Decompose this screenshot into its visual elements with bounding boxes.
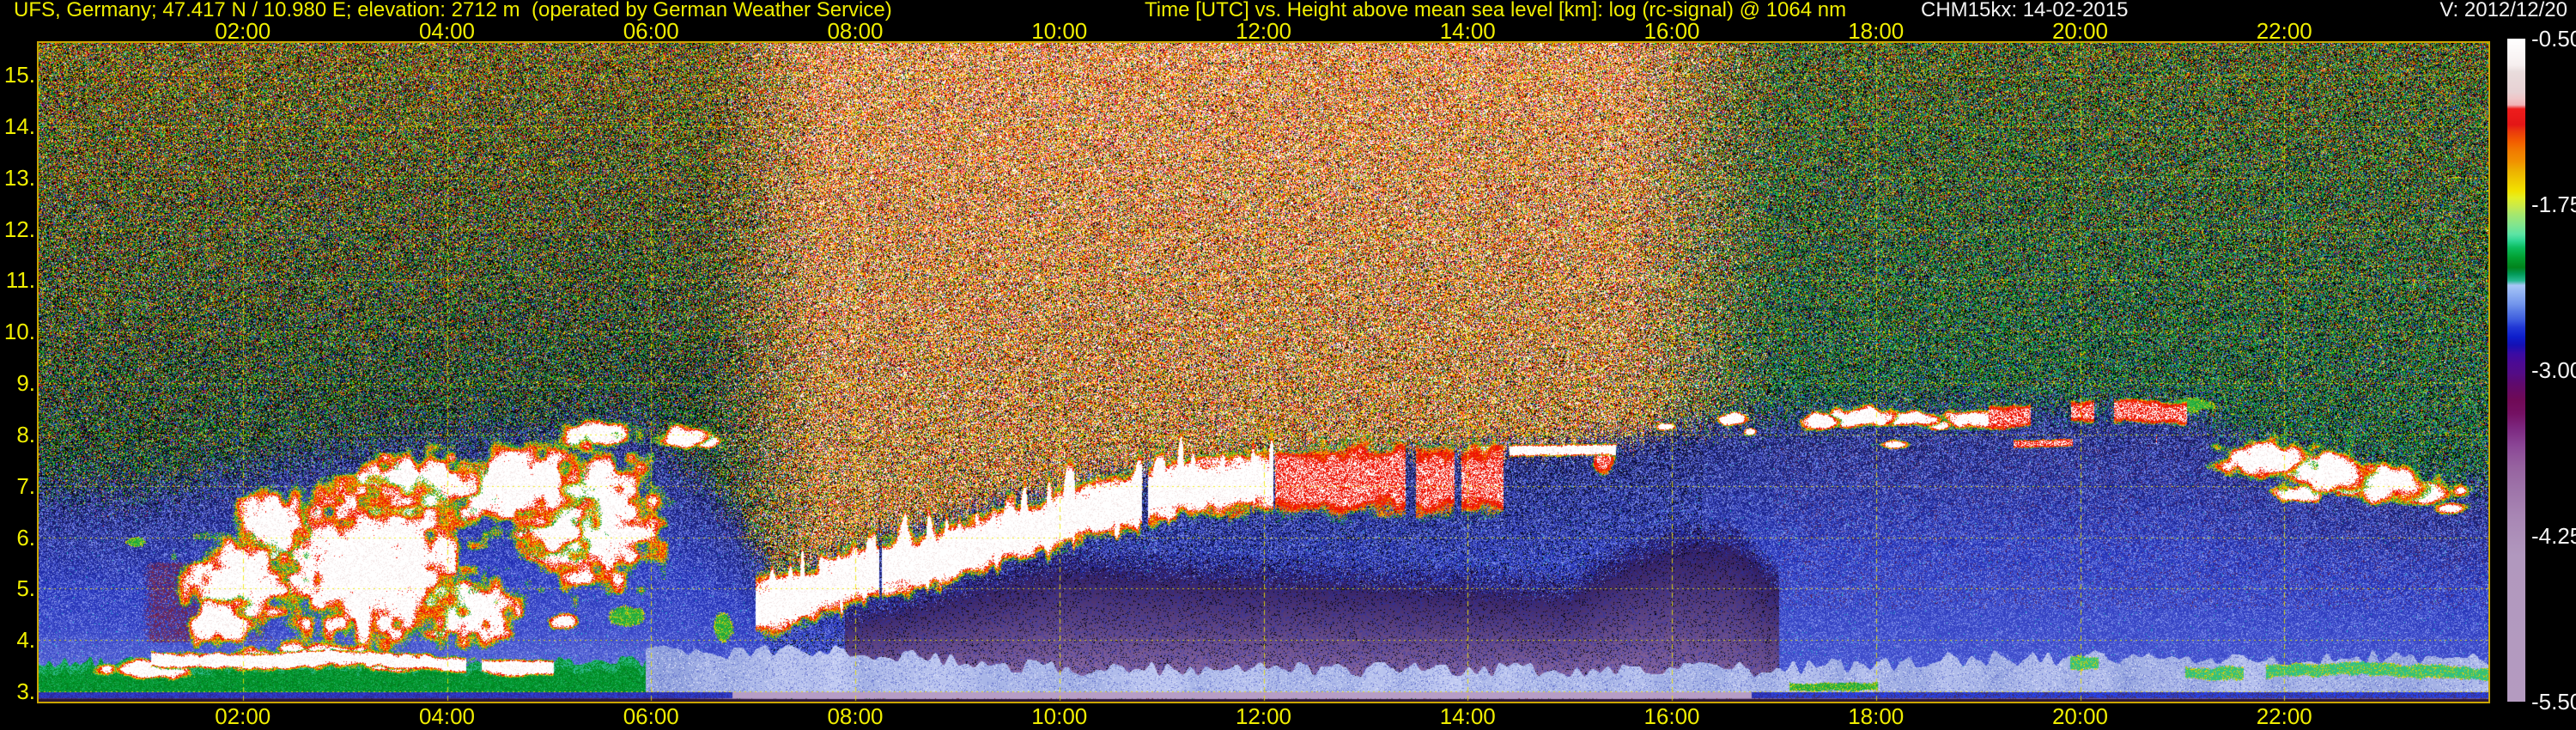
x-tick-label-top: 16:00 <box>1643 18 1700 44</box>
y-tick-label: 3. <box>16 678 35 705</box>
colorbar-tick-label: -1.75 <box>2531 192 2576 217</box>
y-tick-label: 4. <box>16 627 35 654</box>
colorbar-tick-label: -4.25 <box>2531 523 2576 549</box>
x-tick-label-bottom: 22:00 <box>2256 703 2312 729</box>
x-tick-label-bottom: 02:00 <box>215 703 271 729</box>
x-tick-label-top: 06:00 <box>623 18 679 44</box>
x-tick-label-top: 04:00 <box>418 18 476 44</box>
x-tick-label-bottom: 08:00 <box>827 703 884 729</box>
y-tick-label: 15. <box>3 62 35 88</box>
x-tick-label-top: 02:00 <box>215 18 271 44</box>
y-tick-label: 5. <box>16 575 35 602</box>
colorbar-tick-label: -0.50 <box>2531 26 2576 52</box>
y-tick-label: 8. <box>16 421 35 447</box>
y-tick-label: 6. <box>16 524 35 551</box>
ceilometer-heatmap-canvas <box>39 43 2488 702</box>
y-tick-label: 10. <box>3 319 35 345</box>
colorbar-tick-label: -3.00 <box>2531 357 2576 383</box>
y-tick-label: 14. <box>3 113 35 139</box>
x-tick-label-bottom: 06:00 <box>623 703 679 729</box>
x-tick-label-bottom: 16:00 <box>1643 703 1700 729</box>
colorbar-gradient <box>2507 39 2525 702</box>
x-tick-label-top: 12:00 <box>1235 18 1292 44</box>
x-tick-label-bottom: 18:00 <box>1848 703 1905 729</box>
y-tick-label: 11. <box>5 267 35 294</box>
ceilometer-quicklook-app: UFS, Germany; 47.417 N / 10.980 E; eleva… <box>0 0 2576 730</box>
x-tick-label-top: 20:00 <box>2051 18 2109 44</box>
y-tick-label: 7. <box>16 472 35 499</box>
x-tick-label-top: 08:00 <box>827 18 884 44</box>
x-tick-label-bottom: 10:00 <box>1031 703 1088 729</box>
x-tick-label-top: 18:00 <box>1848 18 1905 44</box>
x-tick-label-bottom: 14:00 <box>1439 703 1496 729</box>
y-tick-label: 12. <box>3 216 35 242</box>
y-tick-label: 9. <box>16 370 35 397</box>
y-tick-label: 13. <box>3 164 35 191</box>
x-tick-label-bottom: 20:00 <box>2051 703 2109 729</box>
x-tick-label-bottom: 04:00 <box>418 703 476 729</box>
plot-frame <box>37 41 2490 703</box>
colorbar-tick-label: -5.50 <box>2531 689 2576 715</box>
x-tick-label-top: 10:00 <box>1031 18 1088 44</box>
x-tick-label-top: 14:00 <box>1439 18 1496 44</box>
x-tick-label-bottom: 12:00 <box>1235 703 1292 729</box>
x-tick-label-top: 22:00 <box>2256 18 2312 44</box>
software-version-label: V: 2012/12/20 <box>2439 0 2567 21</box>
